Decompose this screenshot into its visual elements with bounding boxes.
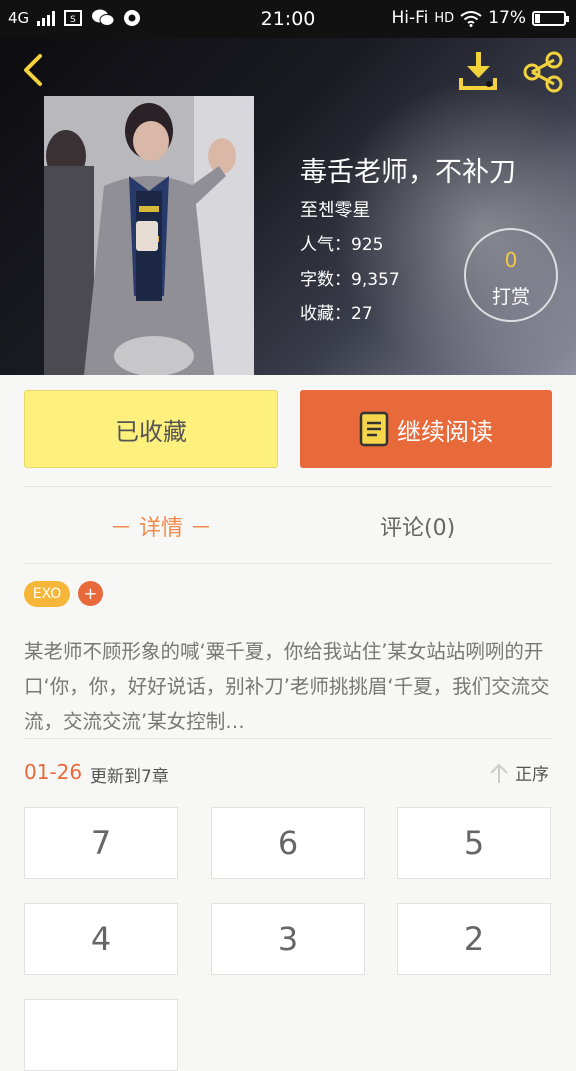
favorited-button[interactable]: 已收藏 (24, 390, 278, 468)
chapter-button[interactable]: 4 (24, 903, 178, 975)
share-icon[interactable] (520, 50, 566, 94)
header-glow (330, 78, 576, 375)
favorites-label: 收藏： (300, 304, 351, 324)
wifi-icon (460, 10, 482, 27)
chapter-button[interactable]: 2 (397, 903, 551, 975)
favorites-stat: 收藏：27 (300, 299, 373, 324)
chapter-button[interactable] (24, 999, 178, 1071)
update-status: 更新到7章 (90, 767, 169, 787)
battery-percent: 17% (488, 8, 526, 28)
tab-detail[interactable]: － 详情 － (110, 510, 212, 542)
chapter-button[interactable]: 6 (211, 807, 365, 879)
divider (24, 486, 552, 487)
tag-exo[interactable]: EXO (24, 581, 70, 607)
book-icon (359, 411, 389, 447)
hifi-label: Hi-Fi (391, 8, 429, 28)
update-date: 01-26 (24, 760, 83, 784)
cover-illustration (44, 96, 254, 375)
sort-order-label: 正序 (515, 765, 549, 785)
tab-comments[interactable]: 评论(0) (380, 510, 455, 542)
continue-reading-button[interactable]: 继续阅读 (300, 390, 552, 468)
popularity-value: 925 (351, 235, 384, 255)
reward-label: 打赏 (491, 286, 530, 308)
divider (24, 563, 552, 564)
chapter-button[interactable]: 5 (397, 807, 551, 879)
chapter-button[interactable]: 7 (24, 807, 178, 879)
book-cover[interactable] (44, 96, 254, 375)
reward-button[interactable]: 0 打赏 (464, 228, 558, 322)
popularity-stat: 人气：925 (300, 230, 383, 255)
battery-fill (535, 13, 540, 23)
battery-icon (532, 10, 569, 26)
word-count-label: 字数： (300, 270, 351, 290)
status-right: Hi-Fi HD 17% (391, 8, 569, 28)
download-icon[interactable] (455, 48, 501, 92)
divider (24, 738, 552, 739)
back-icon[interactable] (14, 50, 54, 90)
book-title: 毒舌老师，不补刀 (300, 157, 516, 188)
hd-label: HD (434, 10, 455, 26)
popularity-label: 人气： (300, 235, 351, 255)
add-tag-button[interactable]: + (78, 581, 103, 606)
book-header: 毒舌老师，不补刀 至첸零星 人气：925 字数：9,357 收藏：27 0 打赏 (0, 38, 576, 375)
book-author[interactable]: 至첸零星 (300, 196, 371, 222)
sort-up-icon (490, 763, 508, 783)
favorites-value: 27 (351, 304, 373, 324)
continue-reading-label: 继续阅读 (397, 417, 493, 446)
status-bar: 4G S 21:00 Hi-Fi HD 17% (0, 0, 576, 38)
sort-order-button[interactable]: 正序 (489, 760, 549, 785)
favorited-label: 已收藏 (115, 417, 187, 446)
word-count-stat: 字数：9,357 (300, 265, 400, 290)
reward-count: 0 (504, 248, 518, 272)
chapter-button[interactable]: 3 (211, 903, 365, 975)
word-count-value: 9,357 (351, 270, 400, 290)
book-description[interactable]: 某老师不顾形象的喊‘粟千夏，你给我站住’某女站站咧咧的开口‘你，你，好好说话，别… (24, 634, 552, 739)
